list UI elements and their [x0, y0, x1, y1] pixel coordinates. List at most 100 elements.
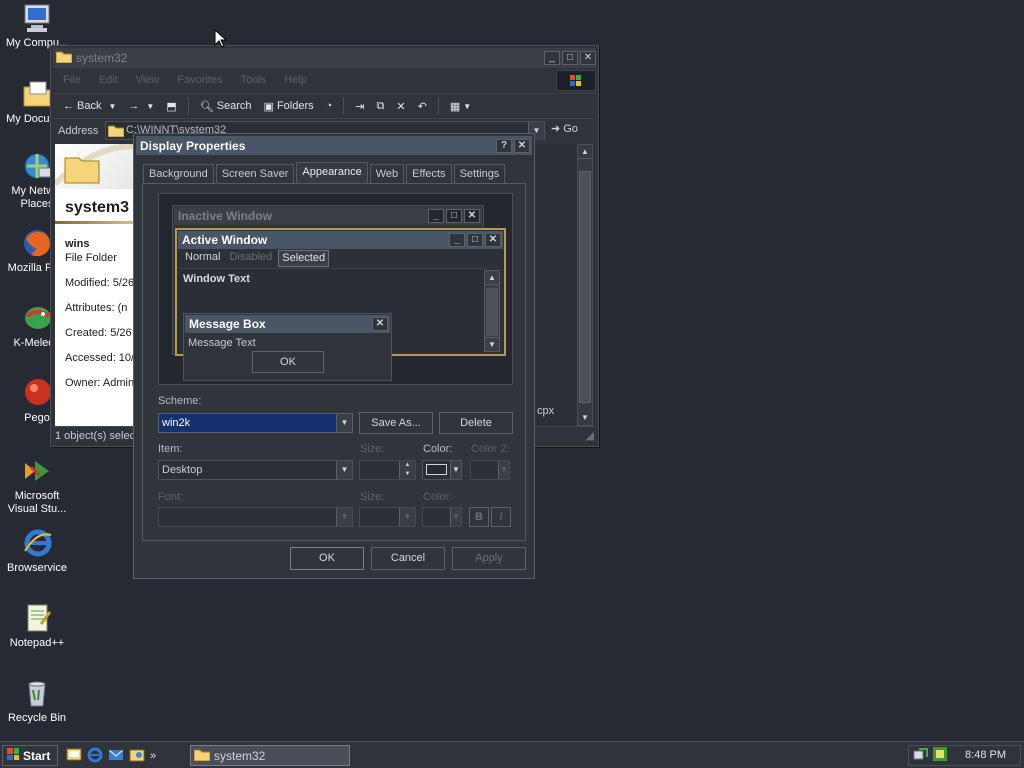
menu-favorites[interactable]: Favorites [177, 74, 222, 86]
close-button[interactable]: ✕ [514, 138, 530, 153]
preview-inactive-titlebar[interactable]: Inactive Window _ □ ✕ [174, 207, 482, 225]
close-icon: ✕ [485, 233, 501, 247]
scroll-up-icon: ▲ [485, 271, 499, 285]
resize-grip-icon[interactable]: ◢ [586, 427, 594, 445]
maximize-button[interactable]: □ [562, 51, 578, 65]
bold-button[interactable]: B [469, 507, 489, 527]
chevron-down-icon[interactable]: ▼ [146, 102, 154, 111]
start-button[interactable]: Start [2, 745, 58, 766]
minimize-button[interactable]: _ [544, 51, 560, 65]
folder-icon [107, 123, 125, 143]
tab-web[interactable]: Web [369, 164, 405, 184]
font-color-picker[interactable]: ▼ [422, 507, 462, 527]
menu-edit[interactable]: Edit [99, 74, 118, 86]
move-to-button[interactable]: ⇥ [351, 95, 368, 117]
forward-button[interactable]: → ▼ [124, 95, 158, 117]
quicklaunch-desktop-icon[interactable] [66, 747, 82, 766]
item-value: Desktop [162, 464, 203, 476]
vertical-scrollbar[interactable]: ▲ ▼ [577, 144, 593, 426]
ok-button[interactable]: OK [290, 547, 364, 570]
folders-button[interactable]: ▣ Folders [260, 95, 318, 117]
menu-tools[interactable]: Tools [241, 74, 267, 86]
desktop-icon-recycle-bin[interactable]: Recycle Bin [0, 677, 74, 725]
history-button[interactable]: ◔ [322, 95, 337, 117]
apply-button[interactable]: Apply [452, 547, 526, 570]
scroll-thumb[interactable] [579, 171, 591, 403]
menu-bar: File Edit View Favorites Tools Help [53, 70, 596, 90]
search-button[interactable]: 🔍︎ Search [196, 95, 256, 117]
preview-ok-button[interactable]: OK [252, 351, 324, 373]
tab-appearance[interactable]: Appearance [296, 162, 368, 184]
font-select[interactable]: ▼ [158, 507, 353, 527]
dialog-titlebar[interactable]: Display Properties ? ✕ [136, 136, 532, 155]
back-button[interactable]: ← Back ▼ [59, 95, 120, 117]
quicklaunch-explorer-icon[interactable] [129, 747, 145, 766]
scroll-up-button[interactable]: ▲ [578, 145, 592, 159]
display-properties-dialog[interactable]: Display Properties ? ✕ Background Screen… [133, 133, 535, 579]
cancel-button[interactable]: Cancel [371, 547, 445, 570]
copy-to-button[interactable]: ⧉ [373, 95, 389, 117]
quicklaunch-ie-icon[interactable] [87, 747, 103, 766]
taskbar-button-system32[interactable]: system32 [190, 745, 350, 766]
desktop-icon-browservice[interactable]: Browservice [0, 527, 74, 575]
font-size-select[interactable]: ▼ [359, 507, 416, 527]
move-to-icon: ⇥ [355, 100, 365, 113]
explorer-titlebar[interactable]: system32 _ □ ✕ [53, 48, 596, 68]
preview-menu-disabled[interactable]: Disabled [226, 250, 275, 267]
clock[interactable]: 8:48 PM [965, 749, 1006, 761]
preview-menu-normal[interactable]: Normal [182, 250, 223, 267]
system-tray: 8:48 PM [908, 745, 1021, 766]
tab-screen-saver[interactable]: Screen Saver [215, 164, 295, 184]
close-button[interactable]: ✕ [580, 51, 596, 65]
chevron-down-icon[interactable]: ▼ [108, 102, 116, 111]
desktop-icon-notepadpp[interactable]: Notepad++ [0, 602, 74, 650]
size-stepper[interactable]: ▲ ▼ [359, 460, 416, 480]
menu-view[interactable]: View [136, 74, 160, 86]
preview-message-box[interactable]: Message Box ✕ Message Text OK [183, 313, 392, 381]
scheme-select[interactable]: win2k ▼ [158, 413, 353, 433]
delete-button[interactable]: ✕ [392, 95, 409, 117]
delete-button[interactable]: Delete [439, 412, 513, 434]
inactive-window-title: Inactive Window [178, 209, 272, 223]
up-folder-button[interactable]: ⬒ [162, 95, 180, 117]
tab-settings[interactable]: Settings [453, 164, 506, 184]
windows-flag-icon [6, 747, 20, 764]
start-label: Start [23, 748, 51, 763]
address-label: Address [58, 125, 99, 137]
preview-active-titlebar[interactable]: Active Window _ □ ✕ [178, 231, 503, 249]
help-button[interactable]: ? [496, 138, 512, 153]
go-button[interactable]: ➜ Go [551, 122, 578, 136]
visual-studio-icon [21, 455, 53, 487]
network-tray-icon[interactable] [913, 746, 929, 765]
menu-help[interactable]: Help [284, 74, 307, 86]
message-box-titlebar[interactable]: Message Box ✕ [185, 315, 390, 333]
font-size-label: Size: [360, 491, 385, 503]
appearance-preview[interactable]: Inactive Window _ □ ✕ Active Window _ □ … [158, 193, 513, 385]
undo-button[interactable]: ↶ [414, 95, 431, 117]
save-as-button[interactable]: Save As... [359, 412, 433, 434]
italic-button[interactable]: I [491, 507, 511, 527]
item-select[interactable]: Desktop ▼ [158, 460, 353, 480]
quicklaunch-outlook-icon[interactable] [108, 747, 124, 766]
preview-scrollbar[interactable]: ▲ ▼ [484, 270, 500, 352]
menu-file[interactable]: File [63, 74, 81, 86]
go-label: Go [563, 122, 578, 135]
desktop-icon-my-computer[interactable]: My Compu... [0, 2, 74, 50]
created-detail: Created: 5/26 [65, 327, 132, 339]
views-button[interactable]: ▦ ▼ [446, 95, 475, 117]
preview-menu-selected[interactable]: Selected [278, 250, 330, 267]
tab-effects[interactable]: Effects [406, 164, 452, 184]
color2-picker[interactable]: ▼ [470, 460, 510, 480]
chevron-right-icon[interactable]: » [150, 750, 156, 762]
font-label: Font: [158, 491, 184, 503]
app-tray-icon[interactable] [932, 746, 948, 765]
scroll-down-button[interactable]: ▼ [578, 411, 592, 425]
chevron-down-icon[interactable]: ▼ [336, 461, 352, 479]
tab-background[interactable]: Background [143, 164, 214, 184]
chevron-down-icon[interactable]: ▼ [336, 414, 352, 432]
desktop-icon-visual-studio[interactable]: Microsoft Visual Stu... [0, 455, 74, 516]
file-list-pane[interactable]: cpx ▲ ▼ [535, 144, 595, 426]
file-name-fragment: cpx [537, 405, 555, 417]
scroll-thumb [486, 288, 498, 336]
color-picker[interactable]: ▼ [422, 460, 462, 480]
